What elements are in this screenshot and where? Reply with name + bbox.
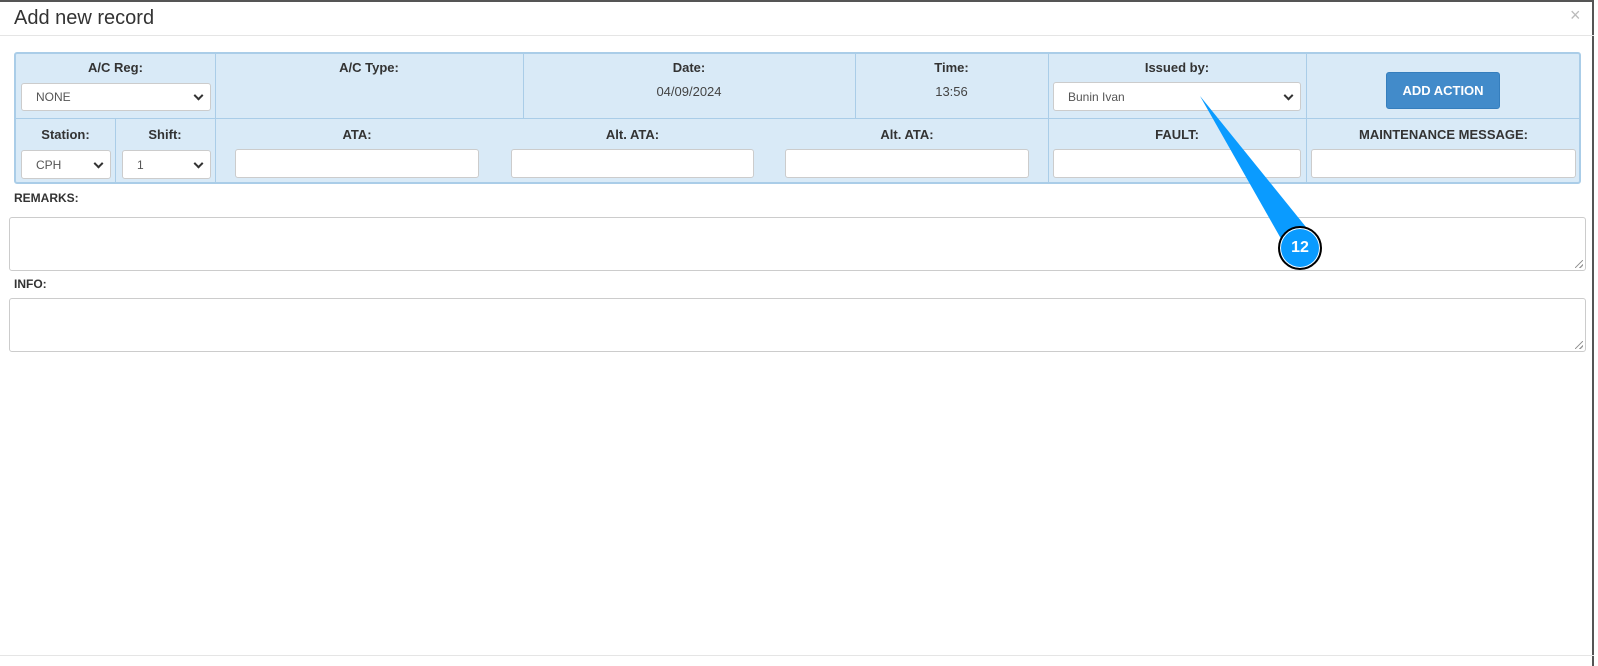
annotation-pointer bbox=[1200, 96, 1310, 244]
annotation-badge: 12 bbox=[1278, 226, 1322, 270]
annotation-pointer-tail bbox=[1200, 96, 1310, 244]
